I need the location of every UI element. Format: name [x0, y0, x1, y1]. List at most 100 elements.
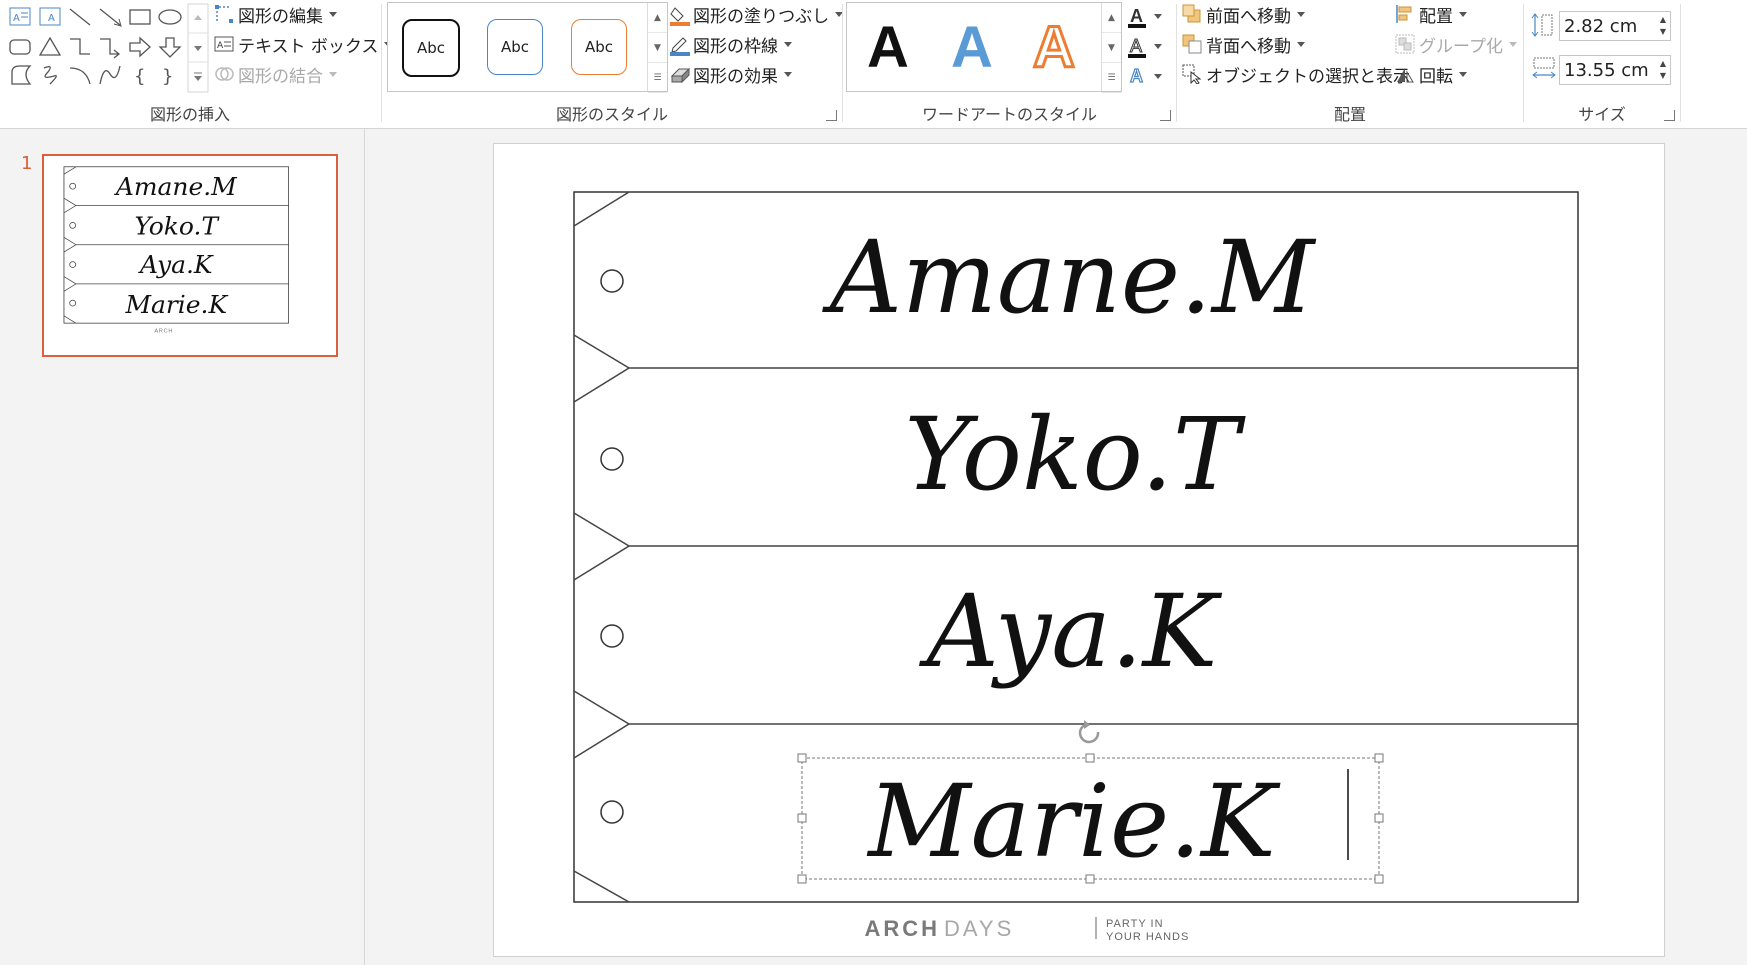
wordart-gallery-scroll[interactable]: ▲ ▼ ☰: [1101, 3, 1121, 94]
shape-width-icon: [1531, 56, 1557, 84]
text-box-button[interactable]: A テキスト ボックス: [214, 31, 393, 57]
align-button[interactable]: 配置: [1395, 1, 1467, 27]
wordart-style-1[interactable]: A: [867, 19, 909, 77]
bring-forward-label: 前面へ移動: [1206, 6, 1291, 27]
shape-outline-label: 図形の枠線: [693, 36, 778, 57]
send-backward-icon: [1182, 34, 1202, 54]
shape-style-preset-3[interactable]: Abc: [571, 19, 627, 75]
shape-height-input[interactable]: 2.82 cm ▲ ▼: [1559, 11, 1671, 41]
tag-name-3[interactable]: Aya.K: [919, 573, 1223, 690]
resize-handle-bottom-left[interactable]: [797, 874, 807, 884]
selection-pane-button[interactable]: オブジェクトの選択と表示: [1182, 61, 1410, 87]
wordart-styles-group-label: ワードアートのスタイル: [921, 105, 1098, 124]
text-effects-icon[interactable]: A: [1129, 65, 1162, 87]
thumb-name-1: Amane.M: [114, 172, 238, 201]
slide-thumbnail-1[interactable]: Amane.M Yoko.T Aya.K Marie.K ARCH: [42, 154, 338, 357]
slide-number: 1: [21, 153, 33, 174]
selection-pane-icon: [1182, 64, 1202, 85]
rectangle-shape-icon: [129, 9, 151, 25]
line-shape-icon: [69, 8, 91, 26]
resize-handle-bottom-right[interactable]: [1374, 874, 1384, 884]
text-format-buttons: A A A: [1128, 6, 1162, 87]
svg-text:A: A: [1130, 66, 1143, 86]
shape-height-icon: [1531, 12, 1555, 42]
size-group-label: サイズ: [1578, 105, 1626, 124]
paint-bucket-icon: [669, 4, 690, 26]
shape-outline-button[interactable]: 図形の枠線: [669, 31, 792, 57]
send-backward-label: 背面へ移動: [1206, 36, 1291, 57]
insert-shapes-group-label: 図形の挿入: [149, 105, 230, 124]
svg-text:A: A: [1130, 36, 1142, 56]
text-box-label: テキスト ボックス: [238, 36, 379, 57]
textbox-shape-icon: A: [9, 7, 31, 26]
bring-forward-button[interactable]: 前面へ移動: [1182, 1, 1305, 27]
tag-name-2[interactable]: Yoko.T: [904, 396, 1245, 513]
merge-shapes-button[interactable]: 図形の結合: [214, 61, 337, 87]
logo-tagline-line-1: PARTY IN: [1106, 918, 1164, 930]
arc-shape-icon: [69, 67, 91, 85]
shape-effects-icon: [669, 64, 691, 84]
resize-handle-top-right[interactable]: [1374, 753, 1384, 763]
thumb-logo-text: ARCH: [155, 328, 174, 334]
ribbon: A A { } 図形の編集 A テキスト ボックス 図形の結合 図形の挿入 Ab…: [0, 0, 1747, 129]
edit-shape-button[interactable]: 図形の編集: [214, 1, 337, 27]
shape-fill-button[interactable]: 図形の塗りつぶし: [669, 1, 844, 27]
thumb-name-4: Marie.K: [124, 290, 228, 319]
wordart-styles-launcher-icon[interactable]: [1160, 110, 1171, 121]
vertical-textbox-shape-icon: A: [39, 7, 61, 26]
text-fill-icon[interactable]: A: [1128, 6, 1162, 28]
shape-effects-label: 図形の効果: [693, 66, 778, 87]
shape-width-spinner[interactable]: ▲ ▼: [1660, 58, 1666, 82]
logo-tagline-line-2: YOUR HANDS: [1106, 931, 1189, 943]
shape-style-preset-2[interactable]: Abc: [487, 19, 543, 75]
align-icon: [1395, 4, 1415, 24]
resize-handle-top-left[interactable]: [797, 753, 807, 763]
shape-style-gallery-scroll[interactable]: ▲ ▼ ☰: [647, 3, 667, 94]
merge-shapes-label: 図形の結合: [238, 66, 323, 87]
shape-style-gallery[interactable]: Abc Abc Abc ▲ ▼ ☰: [387, 2, 668, 94]
edit-shape-label: 図形の編集: [238, 6, 323, 27]
svg-text:A: A: [217, 41, 224, 51]
bring-forward-icon: [1182, 4, 1202, 24]
group-button[interactable]: グループ化: [1395, 31, 1517, 57]
resize-handle-right[interactable]: [1374, 813, 1384, 823]
wordart-styles-group: A A A ▲ ▼ ☰ A A A ワードアートのスタイル: [844, 0, 1175, 127]
svg-text:A: A: [48, 13, 55, 24]
shape-fill-label: 図形の塗りつぶし: [693, 6, 830, 27]
slide-thumbnail-pane: 1 Amane.M Yoko.T Aya.K Marie.K ARCH: [0, 129, 365, 965]
rotate-icon: [1395, 64, 1415, 84]
resize-handle-left[interactable]: [797, 813, 807, 823]
resize-handle-top[interactable]: [1085, 753, 1095, 763]
wordart-style-3[interactable]: A: [1032, 17, 1077, 78]
scribble-shape-icon: [43, 66, 57, 85]
shape-height-value: 2.82 cm: [1564, 15, 1638, 37]
shape-width-input[interactable]: 13.55 cm ▲ ▼: [1559, 55, 1671, 85]
shape-styles-launcher-icon[interactable]: [826, 110, 837, 121]
shape-styles-group: Abc Abc Abc ▲ ▼ ☰ 図形の塗りつぶし 図形の枠線 図形の効果 図形の: [383, 0, 844, 127]
pencil-icon: [669, 34, 690, 56]
triangle-shape-icon: [38, 36, 62, 56]
group-label: グループ化: [1419, 36, 1503, 57]
wordart-gallery[interactable]: A A A ▲ ▼ ☰: [846, 2, 1122, 94]
insert-shapes-group: A A { } 図形の編集 A テキスト ボックス 図形の結合 図形の挿入: [0, 0, 393, 127]
tag-name-4[interactable]: Marie.K: [866, 763, 1281, 880]
tag-name-1[interactable]: Amane.M: [822, 219, 1317, 336]
logo-brand: ARCH: [864, 916, 940, 941]
wordart-style-2[interactable]: A: [951, 19, 993, 77]
shape-style-preset-1[interactable]: Abc: [402, 19, 460, 77]
shape-effects-button[interactable]: 図形の効果: [669, 61, 792, 87]
slide-canvas[interactable]: Amane.M Yoko.T Aya.K Marie.K ARCH DAYS P…: [493, 143, 1665, 957]
text-outline-icon[interactable]: A: [1128, 36, 1162, 58]
resize-handle-bottom[interactable]: [1085, 874, 1095, 884]
send-backward-button[interactable]: 背面へ移動: [1182, 31, 1305, 57]
shape-gallery[interactable]: A A { }: [4, 2, 209, 94]
down-arrow-shape-icon: [158, 37, 182, 58]
selection-pane-label: オブジェクトの選択と表示: [1206, 66, 1410, 87]
shape-height-spinner[interactable]: ▲ ▼: [1660, 14, 1666, 38]
rotate-button[interactable]: 回転: [1395, 61, 1467, 87]
slide-content: Amane.M Yoko.T Aya.K Marie.K ARCH DAYS P…: [573, 191, 1579, 943]
svg-text:A: A: [13, 13, 20, 24]
logo-brand-light: DAYS: [944, 916, 1014, 941]
freeform-shape-icon: [11, 65, 32, 85]
size-launcher-icon[interactable]: [1664, 110, 1675, 121]
